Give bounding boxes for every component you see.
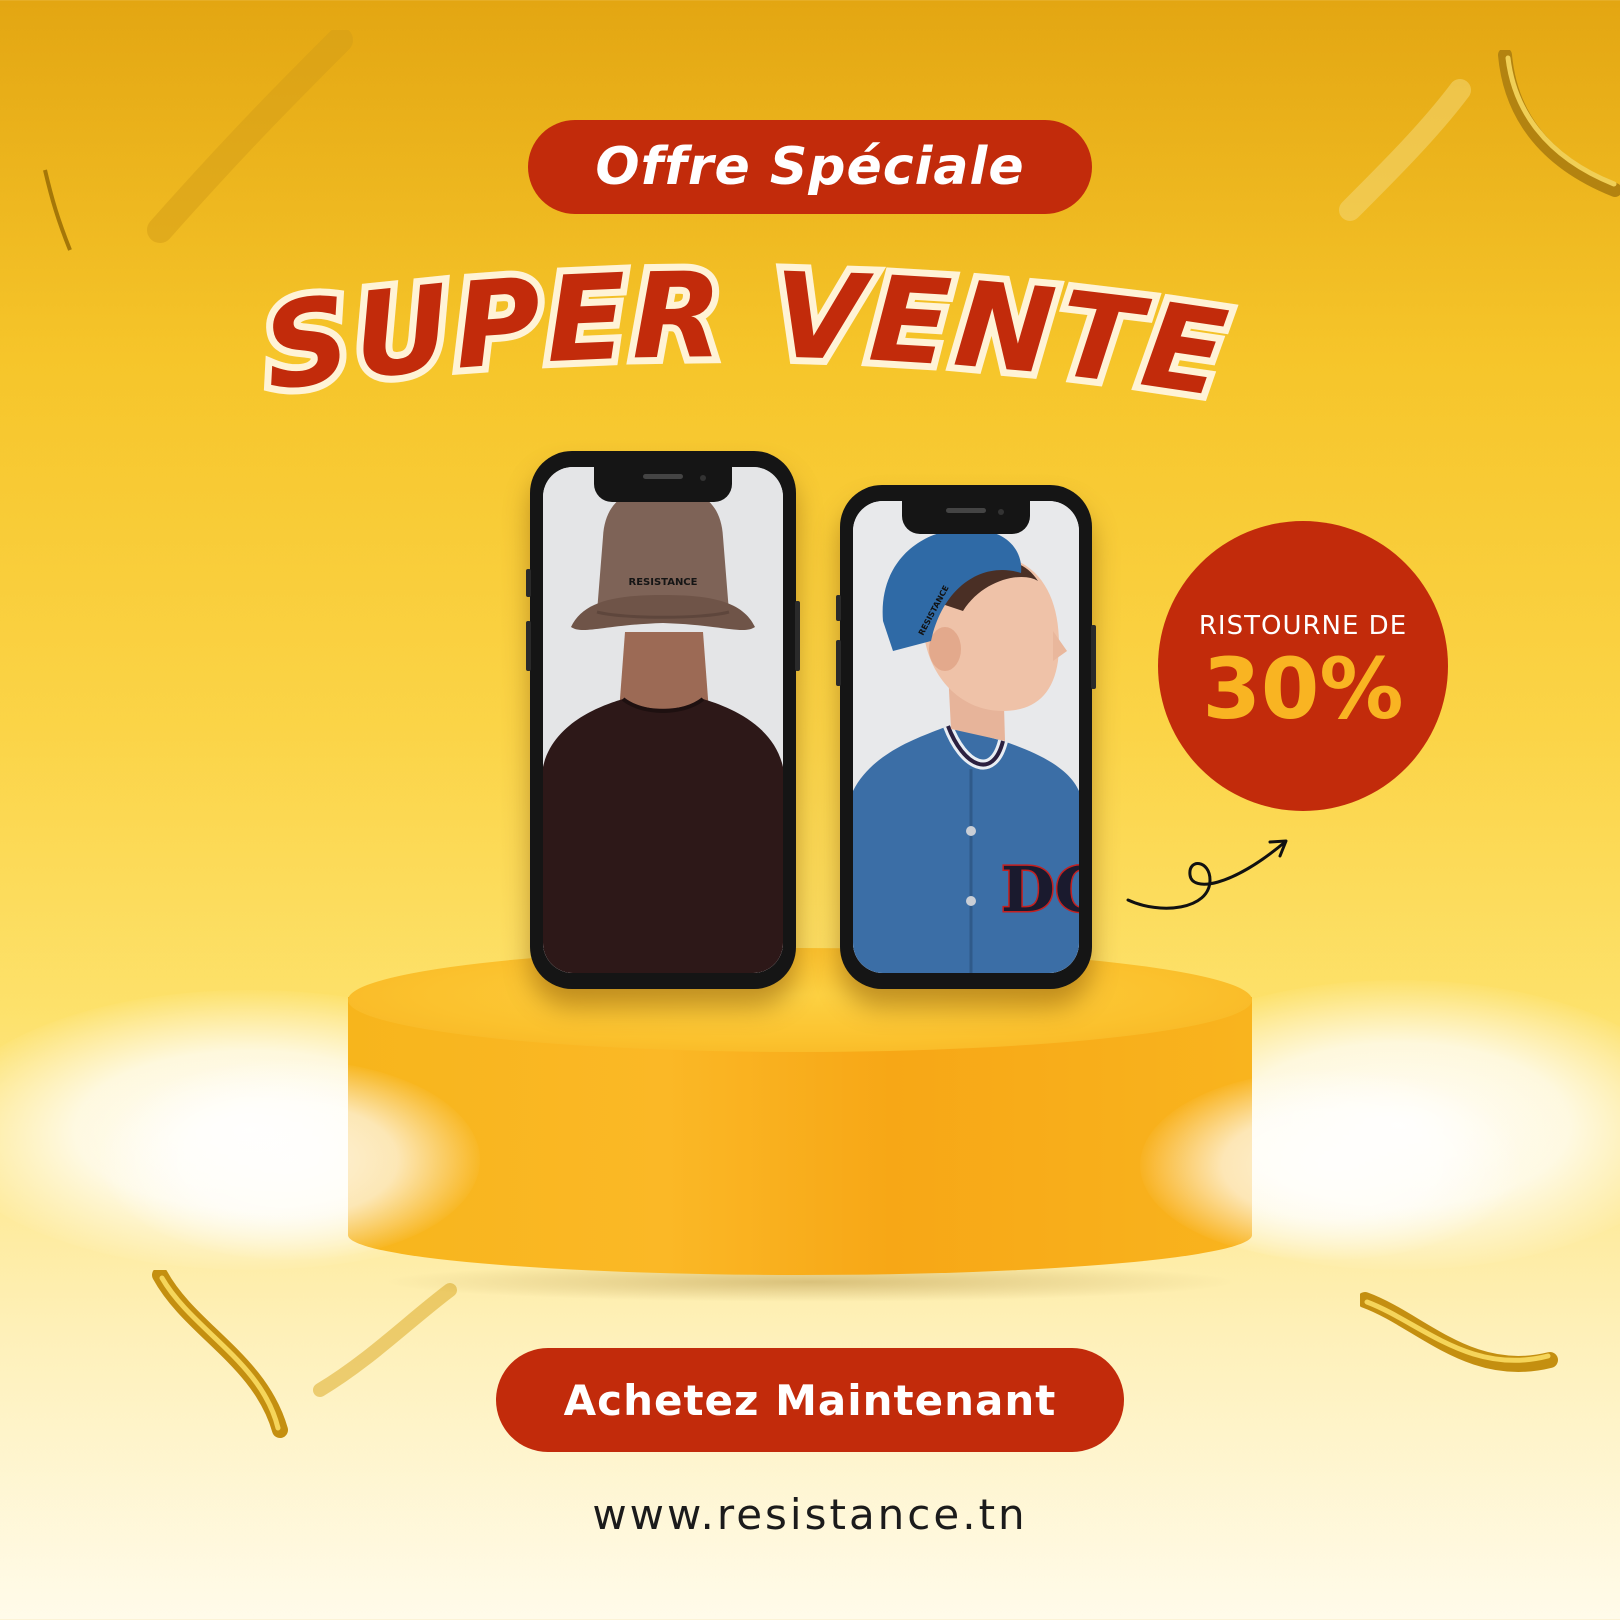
phone-notch	[594, 466, 732, 502]
jacket-letters: DC	[1001, 853, 1079, 926]
buy-now-button[interactable]: Achetez Maintenant	[496, 1348, 1124, 1452]
discount-label: RISTOURNE DE	[1198, 611, 1408, 641]
bucket-hat-photo: RESISTANCE	[543, 467, 783, 973]
gold-ribbon-top-left	[43, 30, 353, 251]
podium-top	[348, 948, 1252, 1052]
gold-ribbon-bottom-left	[152, 1270, 457, 1438]
buy-now-label: Achetez Maintenant	[563, 1375, 1057, 1425]
hat-logo-text: RESISTANCE	[629, 577, 698, 588]
discount-value: 30%	[1202, 640, 1404, 738]
phone-right: DC RESISTANCE	[836, 485, 1096, 989]
cloud-front-right	[1140, 1070, 1520, 1260]
website-url[interactable]: www.resistance.tn	[0, 1490, 1620, 1539]
offer-badge-label: Offre Spéciale	[595, 137, 1025, 197]
gold-ribbon-top-right	[1339, 50, 1620, 221]
headline-text: SUPER VENTE	[255, 246, 1238, 424]
cloud-front-left	[100, 1060, 480, 1260]
phone-notch	[902, 500, 1030, 534]
arrow-icon	[1126, 839, 1288, 910]
discount-badge: RISTOURNE DE 30%	[1158, 521, 1448, 811]
offer-badge: Offre Spéciale	[528, 120, 1092, 214]
phone-left: RESISTANCE	[526, 451, 800, 989]
gold-ribbon-bottom-right	[1360, 1292, 1558, 1373]
headline: SUPER VENTE	[230, 239, 1390, 450]
denim-beanie-photo: DC RESISTANCE	[853, 501, 1079, 973]
